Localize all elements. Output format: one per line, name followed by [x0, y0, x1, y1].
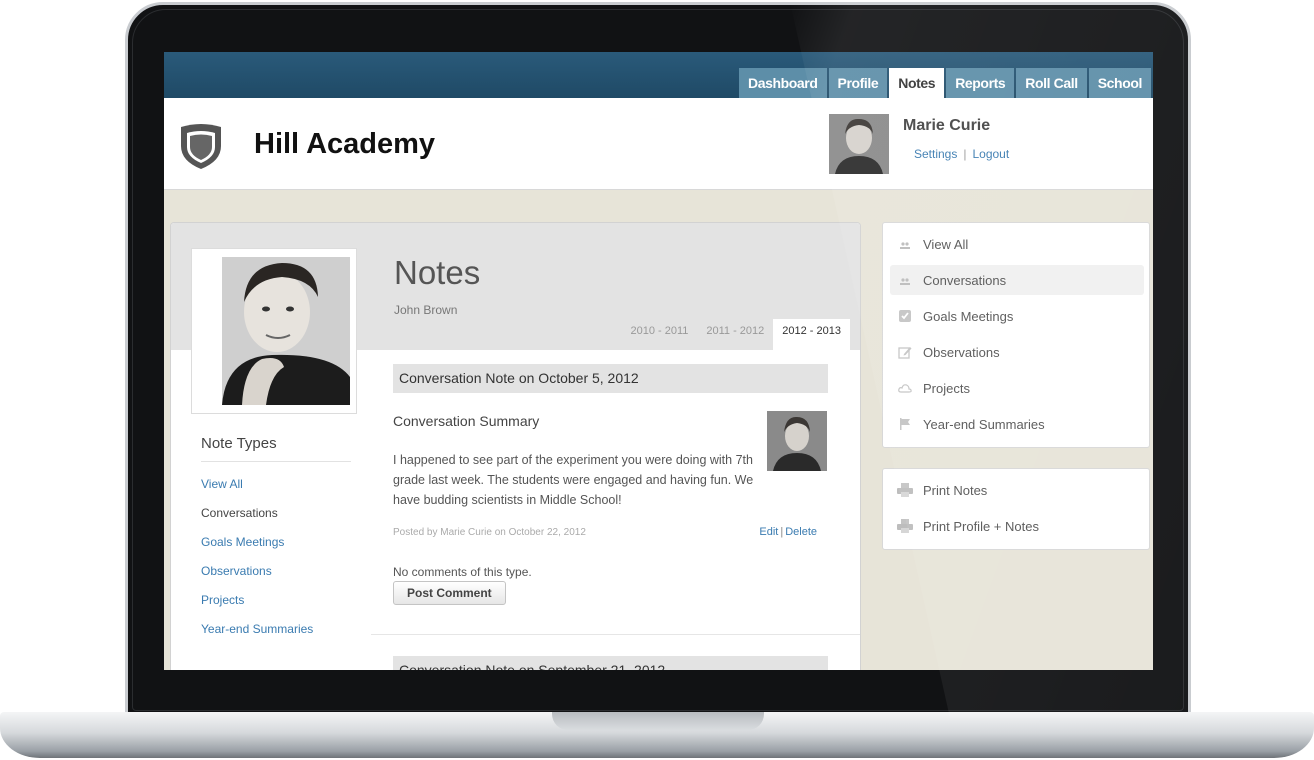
next-note-header: Conversation Note on September 21, 2012	[393, 656, 828, 670]
user-links: Settings | Logout	[914, 147, 1009, 161]
pencil-icon	[897, 344, 913, 360]
note-types-list: Note Types View All Conversations Goals …	[201, 435, 351, 636]
checkbox-icon	[897, 308, 913, 324]
student-name: John Brown	[394, 303, 458, 317]
note-type-conversations[interactable]: Conversations	[201, 506, 351, 520]
user-avatar[interactable]	[829, 114, 889, 174]
note-body: I happened to see part of the experiment…	[393, 453, 754, 507]
cloud-icon	[897, 380, 913, 396]
top-navigation: Dashboard Profile Notes Reports Roll Cal…	[164, 52, 1153, 98]
page-header: Hill Academy Marie Curie Settings | Logout	[164, 98, 1153, 190]
page-title: Notes	[394, 254, 481, 291]
year-tabs: 2010 - 2011 2011 - 2012 2012 - 2013	[621, 319, 850, 350]
note-header: Conversation Note on October 5, 2012	[393, 364, 828, 393]
note-type-projects[interactable]: Projects	[201, 593, 351, 607]
tab-dashboard[interactable]: Dashboard	[738, 68, 827, 98]
note-type-view-all[interactable]: View All	[201, 477, 351, 491]
student-photo	[191, 248, 357, 414]
school-name: Hill Academy	[254, 128, 436, 160]
tab-roll-call[interactable]: Roll Call	[1016, 68, 1087, 98]
filter-label: Year-end Summaries	[923, 416, 1045, 432]
logout-link[interactable]: Logout	[972, 147, 1009, 161]
laptop-screen: Dashboard Profile Notes Reports Roll Cal…	[164, 52, 1153, 670]
note-type-year-end-summaries[interactable]: Year-end Summaries	[201, 622, 351, 636]
tab-reports[interactable]: Reports	[946, 68, 1015, 98]
filter-label: Observations	[923, 344, 1000, 360]
tab-school[interactable]: School	[1088, 68, 1151, 98]
notes-panel: Notes John Brown 2010 - 2011 2011 - 2012…	[170, 222, 861, 670]
link-separator: |	[963, 147, 967, 161]
no-comments-text: No comments of this type.	[393, 565, 532, 579]
filter-view-all[interactable]: View All	[890, 229, 1144, 259]
print-notes-button[interactable]: Print Notes	[890, 475, 1144, 505]
people-icon	[897, 272, 913, 288]
note-type-observations[interactable]: Observations	[201, 564, 351, 578]
note-subtitle: Conversation Summary	[393, 413, 540, 429]
print-profile-notes-button[interactable]: Print Profile + Notes	[890, 511, 1144, 541]
people-icon	[897, 236, 913, 252]
filter-sidebar: View All Conversations Goals Meetings Ob…	[882, 222, 1150, 448]
filter-conversations[interactable]: Conversations	[890, 265, 1144, 295]
filter-label: View All	[923, 236, 969, 252]
edit-link[interactable]: Edit	[759, 526, 778, 538]
note-type-goals-meetings[interactable]: Goals Meetings	[201, 535, 351, 549]
year-tab-2012-2013[interactable]: 2012 - 2013	[773, 319, 850, 350]
filter-goals-meetings[interactable]: Goals Meetings	[890, 301, 1144, 331]
filter-label: Projects	[923, 380, 970, 396]
note-actions: Edit | Delete	[759, 526, 817, 538]
author-avatar	[767, 411, 827, 471]
print-sidebar: Print Notes Print Profile + Notes	[882, 468, 1150, 550]
year-tab-2011-2012[interactable]: 2011 - 2012	[697, 319, 773, 350]
settings-link[interactable]: Settings	[914, 147, 957, 161]
note-divider	[371, 634, 860, 635]
printer-icon	[897, 482, 913, 498]
filter-observations[interactable]: Observations	[890, 337, 1144, 367]
user-name: Marie Curie	[903, 117, 991, 134]
delete-link[interactable]: Delete	[785, 526, 817, 538]
filter-projects[interactable]: Projects	[890, 373, 1144, 403]
year-tab-2010-2011[interactable]: 2010 - 2011	[621, 319, 697, 350]
print-label: Print Profile + Notes	[923, 518, 1039, 534]
laptop-notch	[552, 712, 764, 730]
note-meta: Posted by Marie Curie on October 22, 201…	[393, 527, 586, 538]
print-label: Print Notes	[923, 482, 988, 498]
note-types-title: Note Types	[201, 435, 351, 462]
printer-icon	[897, 518, 913, 534]
flag-icon	[897, 416, 913, 432]
note-card: Conversation Note on October 5, 2012 Con…	[371, 350, 860, 670]
shield-icon	[181, 124, 221, 169]
filter-label: Goals Meetings	[923, 308, 1014, 324]
post-comment-button[interactable]: Post Comment	[393, 581, 506, 605]
tab-notes[interactable]: Notes	[889, 68, 945, 98]
action-separator: |	[780, 526, 784, 538]
filter-year-end-summaries[interactable]: Year-end Summaries	[890, 409, 1144, 439]
tab-profile[interactable]: Profile	[828, 68, 888, 98]
filter-label: Conversations	[923, 272, 1007, 288]
